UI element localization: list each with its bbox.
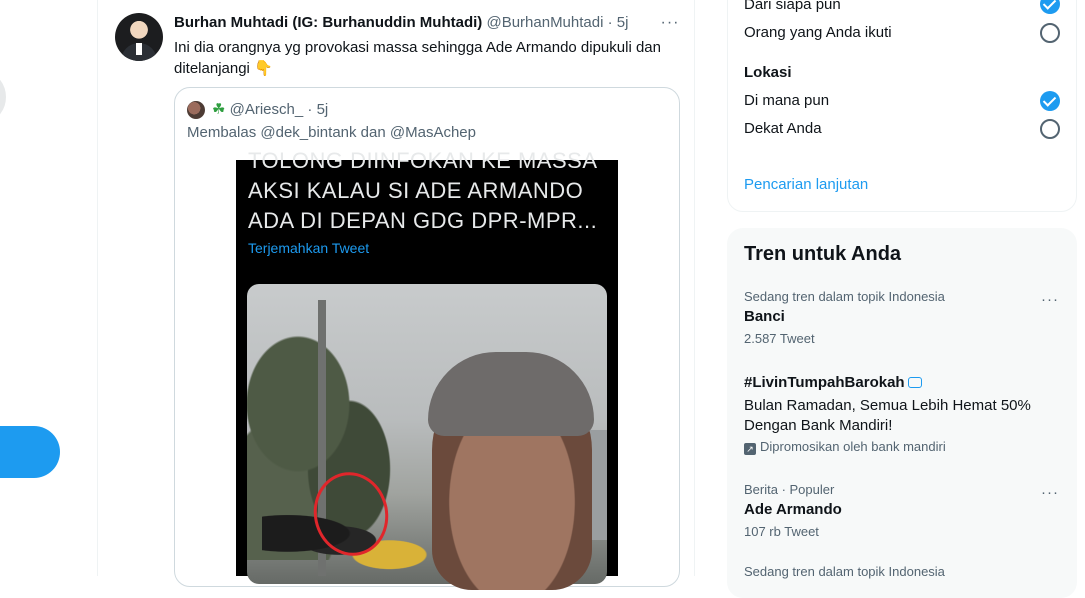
- reply-mention-1: @dek_bintank: [260, 124, 357, 141]
- trend-meta: Berita · Populer: [744, 482, 835, 497]
- radio-near-you[interactable]: [1040, 119, 1060, 139]
- radio-following[interactable]: [1040, 23, 1060, 43]
- media-caption-line: TOLONG DIINFOKAN KE MASSA: [248, 148, 598, 173]
- reply-context: Membalas @dek_bintank dan @MasAchep: [187, 124, 476, 141]
- promoted-hashtag[interactable]: #LivinTumpahBarokah: [744, 374, 905, 391]
- tweet-text-line1: Ini dia orangnya yg provokasi massa sehi…: [174, 39, 661, 56]
- trend-count: 2.587 Tweet: [744, 331, 815, 346]
- separator-dot: ·: [307, 101, 313, 118]
- radio-anywhere[interactable]: [1040, 91, 1060, 111]
- trend-meta: Sedang tren dalam topik Indonesia: [744, 289, 945, 304]
- shamrock-emoji: ☘: [212, 101, 226, 118]
- media-caption-line: AKSI KALAU SI ADE ARMANDO: [248, 178, 584, 203]
- tweet-button[interactable]: [0, 426, 60, 478]
- filter-option-anyone: Dari siapa pun: [744, 0, 841, 13]
- quoted-tweet-header: ☘ @Ariesch_ · 5j: [212, 100, 328, 118]
- reply-and: dan: [360, 124, 386, 141]
- author-handle[interactable]: @BurhanMuhtadi: [486, 14, 603, 31]
- filter-option-near-you: Dekat Anda: [744, 120, 822, 137]
- author-avatar[interactable]: [115, 13, 163, 61]
- quoted-author-avatar: [187, 101, 205, 119]
- more-options-icon[interactable]: ···: [657, 15, 683, 31]
- trend-more-icon[interactable]: ···: [1040, 292, 1060, 308]
- location-label: Lokasi: [744, 64, 792, 81]
- reply-mention-2: @MasAchep: [389, 124, 476, 141]
- media-caption-line: ADA DI DEPAN GDG DPR-MPR...: [248, 208, 598, 233]
- trend-name[interactable]: Banci: [744, 308, 785, 325]
- trend-count: 107 rb Tweet: [744, 524, 819, 539]
- author-name[interactable]: Burhan Muhtadi (IG: Burhanuddin Muhtadi): [174, 14, 482, 31]
- promoted-by-text: Dipromosikan oleh bank mandiri: [760, 439, 946, 454]
- tweet-text: Ini dia orangnya yg provokasi massa sehi…: [174, 37, 674, 79]
- tweet-text-line2: ditelanjangi: [174, 60, 250, 77]
- nav-item-partial[interactable]: [0, 74, 6, 120]
- promoted-label: ↗ Dipromosikan oleh bank mandiri: [744, 439, 946, 455]
- quoted-author-handle: @Ariesch_: [229, 101, 304, 118]
- photo-building: [590, 430, 607, 540]
- media-caption-text: TOLONG DIINFOKAN KE MASSA AKSI KALAU SI …: [248, 146, 618, 236]
- advanced-search-link[interactable]: Pencarian lanjutan: [744, 176, 868, 193]
- filter-option-following: Orang yang Anda ikuti: [744, 24, 892, 41]
- trend-name[interactable]: Ade Armando: [744, 501, 842, 518]
- trends-title: Tren untuk Anda: [744, 243, 902, 265]
- media-translate-link: Terjemahkan Tweet: [248, 240, 370, 256]
- filter-option-anywhere: Di mana pun: [744, 92, 830, 109]
- tweet-header: Burhan Muhtadi (IG: Burhanuddin Muhtadi)…: [174, 14, 628, 31]
- quoted-tweet-time: 5j: [316, 101, 329, 118]
- promoted-arrow-icon: ↗: [744, 443, 756, 455]
- tweet-time[interactable]: 5j: [617, 14, 629, 31]
- speech-bubble-icon: [907, 377, 922, 388]
- pointing-down-emoji: 👇: [254, 60, 273, 77]
- trend-more-icon[interactable]: ···: [1040, 485, 1060, 501]
- promoted-description: Bulan Ramadan, Semua Lebih Hemat 50% Den…: [744, 397, 1031, 434]
- separator-dot: ·: [607, 14, 613, 31]
- trend-item-promoted[interactable]: #LivinTumpahBarokah: [744, 374, 922, 391]
- reply-prefix: Membalas: [187, 124, 257, 141]
- trend-meta: Sedang tren dalam topik Indonesia: [744, 564, 945, 579]
